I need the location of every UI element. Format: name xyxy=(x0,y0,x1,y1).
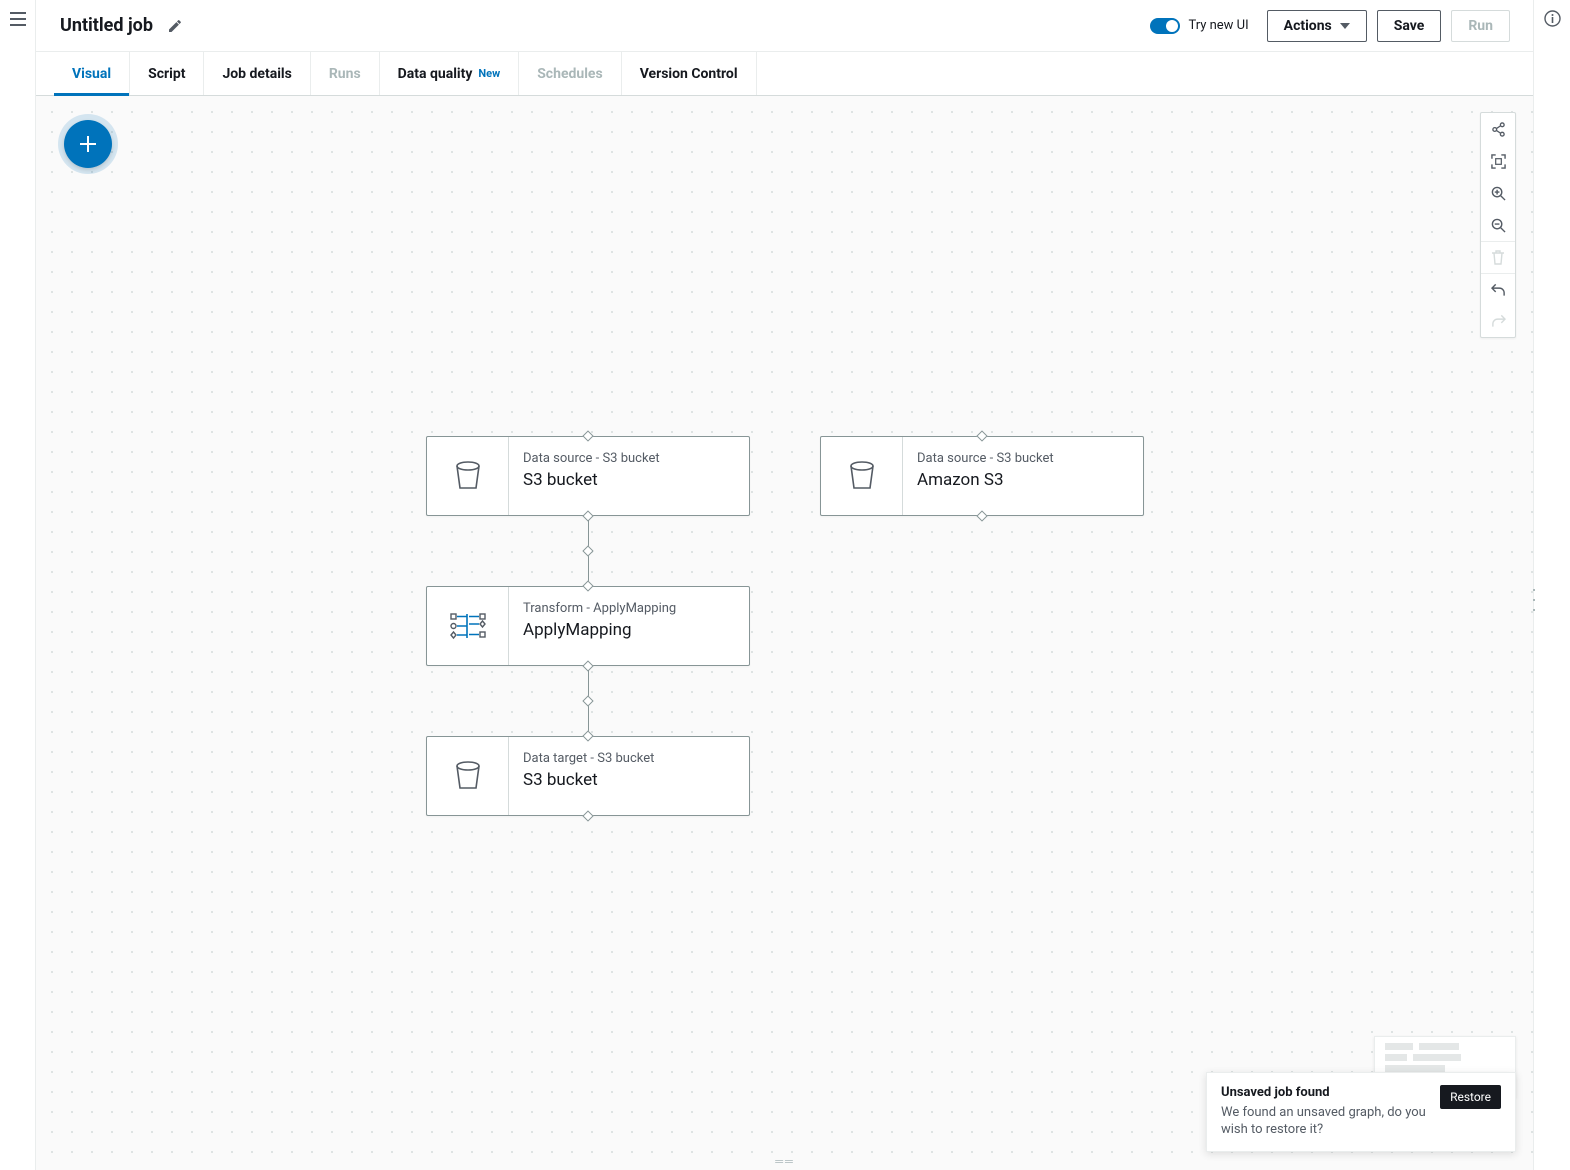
node-category: Data source - S3 bucket xyxy=(917,451,1129,466)
tab-schedules: Schedules xyxy=(519,52,622,95)
save-button[interactable]: Save xyxy=(1377,10,1442,42)
mapping-icon xyxy=(427,587,509,665)
tab-visual[interactable]: Visual xyxy=(54,52,130,95)
fit-screen-icon[interactable] xyxy=(1481,145,1515,177)
trash-icon xyxy=(1481,241,1515,273)
node-category: Data source - S3 bucket xyxy=(523,451,735,466)
tab-data-quality[interactable]: Data quality New xyxy=(380,52,520,95)
tab-version-control[interactable]: Version Control xyxy=(622,52,757,95)
canvas-container: Data source - S3 bucket S3 bucket Data s… xyxy=(36,96,1534,1170)
restore-button[interactable]: Restore xyxy=(1440,1085,1501,1109)
main-panel: Untitled job Try new UI Actions Save Run… xyxy=(36,0,1534,1170)
share-icon[interactable] xyxy=(1481,113,1515,145)
node-name: S3 bucket xyxy=(523,770,735,790)
hamburger-menu-icon[interactable] xyxy=(10,12,26,26)
actions-label: Actions xyxy=(1284,18,1332,34)
node-text: Data source - S3 bucket Amazon S3 xyxy=(903,437,1143,515)
toast-message: We found an unsaved graph, do you wish t… xyxy=(1221,1104,1430,1139)
info-icon[interactable] xyxy=(1544,10,1561,27)
left-rail xyxy=(0,0,36,1170)
header-bar: Untitled job Try new UI Actions Save Run xyxy=(36,0,1534,52)
node-category: Transform - ApplyMapping xyxy=(523,601,735,616)
graph-canvas[interactable]: Data source - S3 bucket S3 bucket Data s… xyxy=(36,96,1534,1170)
tab-data-quality-label: Data quality xyxy=(398,66,473,82)
run-button: Run xyxy=(1451,10,1510,42)
node-name: Amazon S3 xyxy=(917,470,1129,490)
node-text: Transform - ApplyMapping ApplyMapping xyxy=(509,587,749,665)
edit-title-icon[interactable] xyxy=(167,18,183,34)
bucket-icon xyxy=(427,737,509,815)
tab-bar: Visual Script Job details Runs Data qual… xyxy=(36,52,1534,96)
panel-collapse-handle[interactable] xyxy=(1530,585,1538,615)
right-rail xyxy=(1534,0,1570,1170)
node-s3-target[interactable]: Data target - S3 bucket S3 bucket xyxy=(426,736,750,816)
undo-icon[interactable] xyxy=(1481,273,1515,305)
node-name: ApplyMapping xyxy=(523,620,735,640)
zoom-out-icon[interactable] xyxy=(1481,209,1515,241)
node-applymapping[interactable]: Transform - ApplyMapping ApplyMapping xyxy=(426,586,750,666)
tab-runs: Runs xyxy=(311,52,380,95)
edge-marker xyxy=(582,695,593,706)
add-node-button[interactable] xyxy=(64,120,112,168)
toggle-label: Try new UI xyxy=(1188,18,1248,33)
node-category: Data target - S3 bucket xyxy=(523,751,735,766)
chevron-down-icon xyxy=(1340,23,1350,29)
node-s3-source-2[interactable]: Data source - S3 bucket Amazon S3 xyxy=(820,436,1144,516)
tab-script[interactable]: Script xyxy=(130,52,204,95)
resize-handle-icon[interactable]: ══ xyxy=(775,1155,795,1168)
node-s3-source-1[interactable]: Data source - S3 bucket S3 bucket xyxy=(426,436,750,516)
bucket-icon xyxy=(821,437,903,515)
redo-icon xyxy=(1481,305,1515,337)
canvas-toolbar xyxy=(1480,112,1516,338)
toggle-switch[interactable] xyxy=(1150,18,1180,34)
new-badge: New xyxy=(478,67,500,80)
page-title: Untitled job xyxy=(60,15,153,36)
edge-marker xyxy=(582,545,593,556)
unsaved-toast: Unsaved job found We found an unsaved gr… xyxy=(1206,1072,1516,1152)
zoom-in-icon[interactable] xyxy=(1481,177,1515,209)
tab-job-details[interactable]: Job details xyxy=(204,52,310,95)
node-name: S3 bucket xyxy=(523,470,735,490)
app-root: Untitled job Try new UI Actions Save Run… xyxy=(0,0,1570,1170)
bucket-icon xyxy=(427,437,509,515)
node-text: Data target - S3 bucket S3 bucket xyxy=(509,737,749,815)
actions-button[interactable]: Actions xyxy=(1267,10,1367,42)
node-text: Data source - S3 bucket S3 bucket xyxy=(509,437,749,515)
try-new-ui-toggle[interactable]: Try new UI xyxy=(1150,18,1248,34)
toast-title: Unsaved job found xyxy=(1221,1085,1430,1100)
